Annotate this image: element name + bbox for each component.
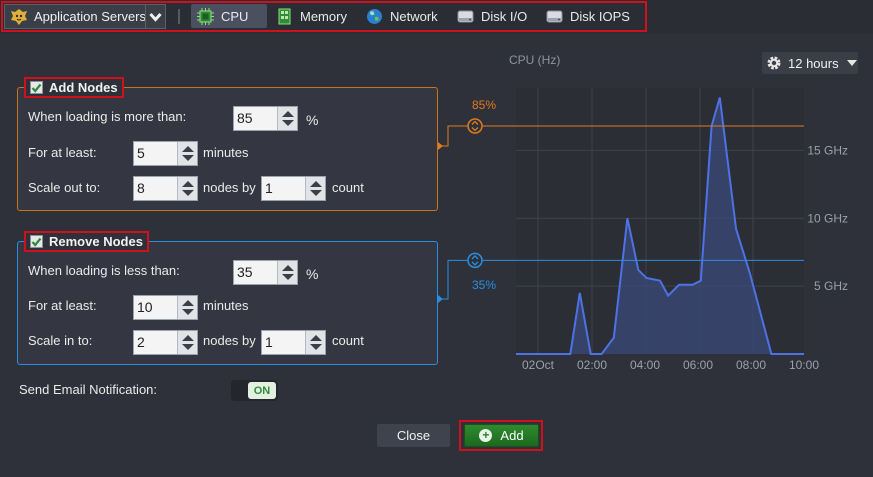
period-select[interactable]: 12 hours [762, 52, 858, 74]
threshold-connector [438, 259, 468, 300]
y-tick-label: 5 GHz [814, 279, 848, 293]
x-tick-label: 04:00 [630, 358, 660, 372]
threshold-label: 35% [472, 278, 496, 292]
period-label: 12 hours [788, 55, 839, 71]
gear-icon [767, 56, 781, 70]
x-tick-label: 08:00 [736, 358, 766, 372]
chevron-down-icon[interactable] [846, 60, 857, 66]
connector-arrow [438, 142, 443, 150]
threshold-label: 85% [472, 98, 496, 112]
y-tick-label: 10 GHz [807, 211, 848, 225]
threshold-connector [438, 125, 468, 147]
x-tick-label: 02:00 [577, 358, 607, 372]
x-tick-label: 06:00 [683, 358, 713, 372]
cpu-chart: 5 GHz 10 GHz 15 GHz 02Oct 02:00 04:00 06:00 08:… [438, 88, 848, 372]
y-tick-label: 15 GHz [807, 143, 848, 157]
chart-title: CPU (Hz) [509, 53, 561, 67]
connector-arrow [438, 295, 443, 303]
x-tick-label: 10:00 [789, 358, 819, 372]
x-tick-label: 02Oct [522, 358, 555, 372]
